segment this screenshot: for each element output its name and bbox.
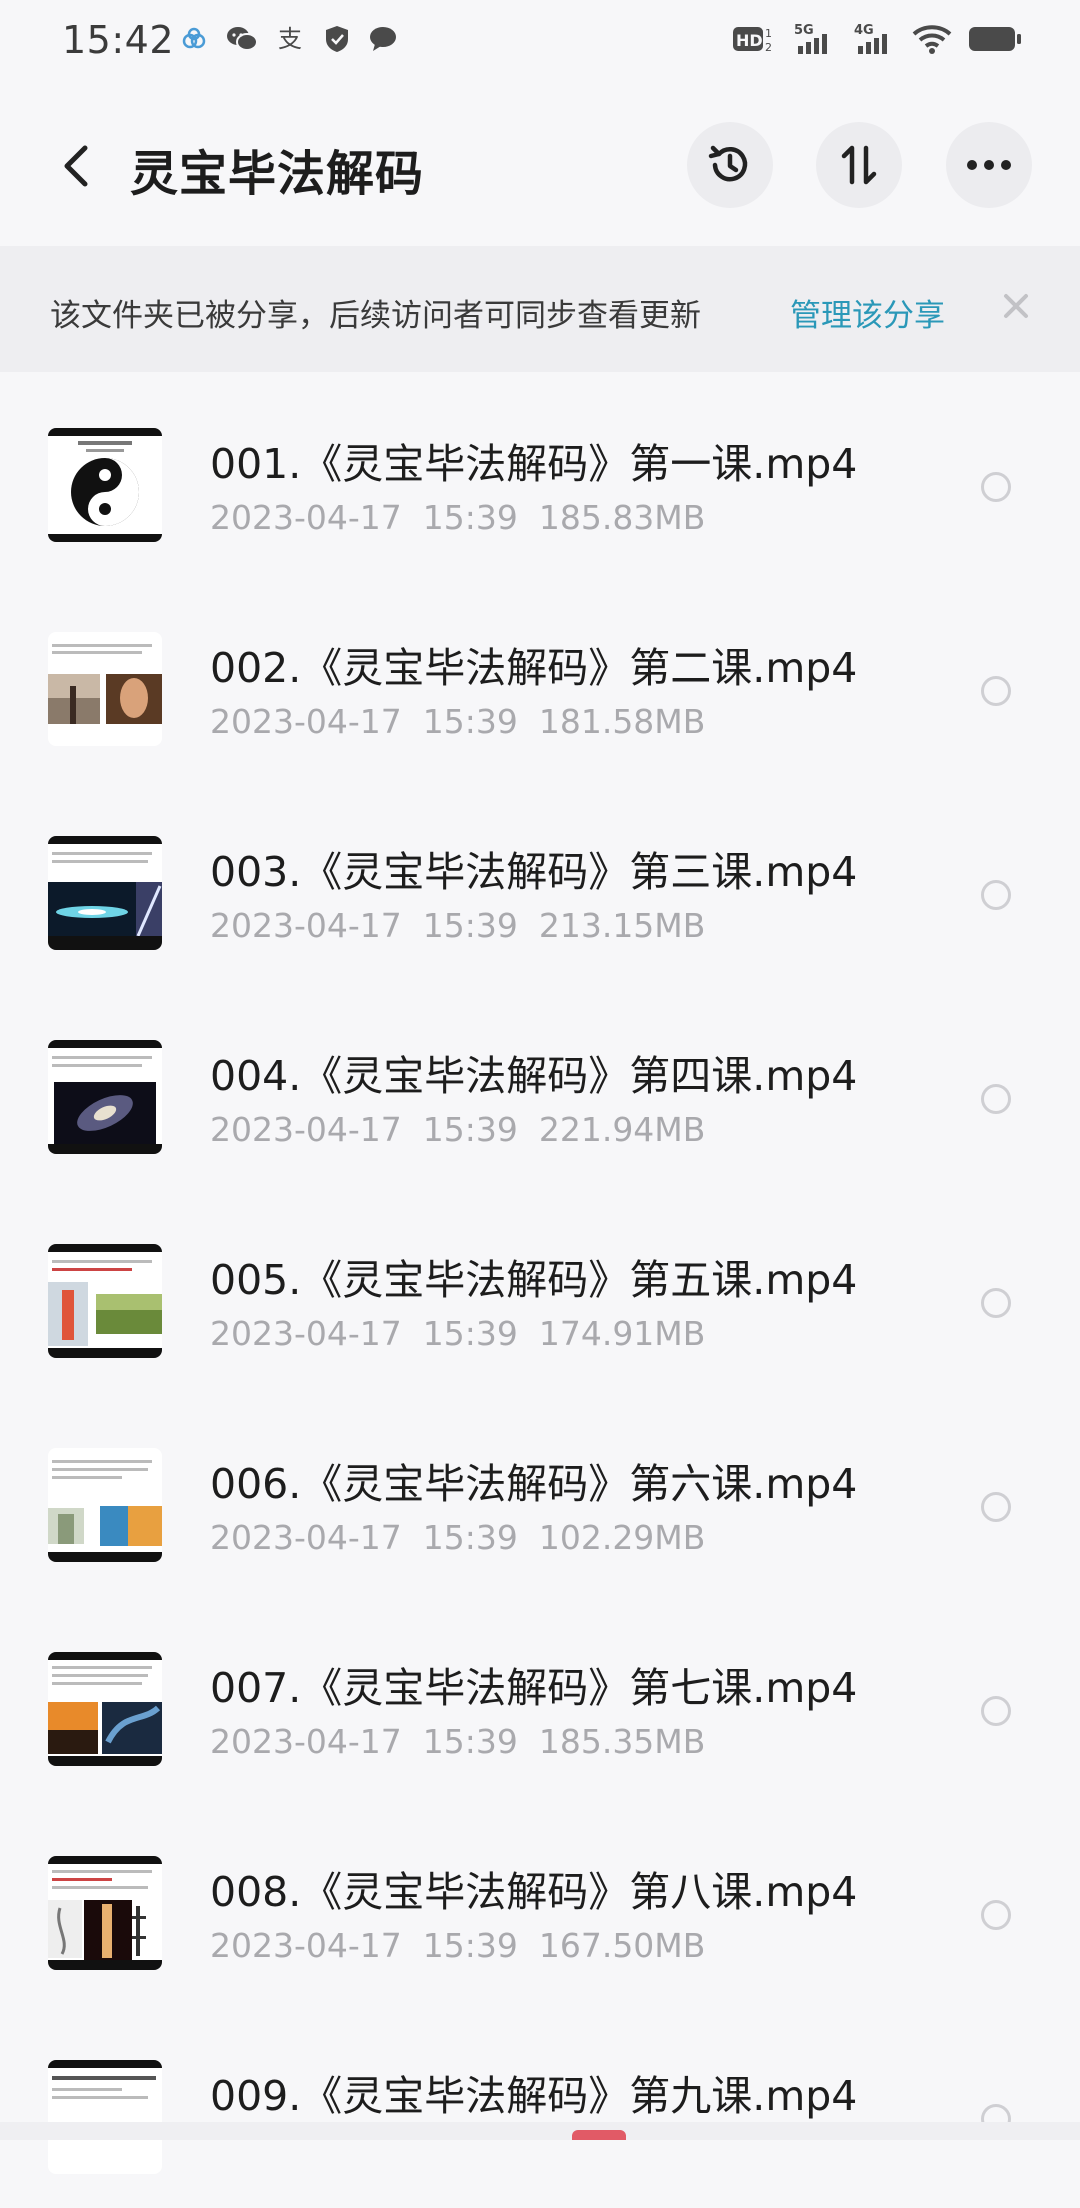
svg-text:4G: 4G <box>854 23 874 38</box>
share-banner-close-button[interactable] <box>996 286 1036 326</box>
select-radio[interactable] <box>981 1084 1011 1114</box>
video-thumbnail <box>48 1856 162 1970</box>
sort-icon <box>841 145 877 185</box>
hd-icon: HD 1 2 <box>732 24 776 54</box>
video-thumbnail <box>48 632 162 746</box>
manage-share-link[interactable]: 管理该分享 <box>790 290 945 335</box>
battery-icon <box>968 24 1022 54</box>
signal-4g-icon: 4G <box>852 22 896 56</box>
file-name: 003.《灵宝毕法解码》第三课.mp4 <box>210 848 858 896</box>
file-meta: 2023-04-17 15:39 185.35MB <box>210 1722 706 1761</box>
file-row[interactable]: 003.《灵宝毕法解码》第三课.mp4 2023-04-17 15:39 213… <box>0 780 1080 984</box>
app-header: 灵宝毕法解码 <box>0 110 1080 230</box>
page-title: 灵宝毕法解码 <box>130 146 425 202</box>
shield-icon <box>324 24 350 54</box>
select-radio[interactable] <box>981 880 1011 910</box>
chevron-left-icon <box>64 145 88 187</box>
wifi-icon <box>912 23 952 55</box>
select-radio[interactable] <box>981 676 1011 706</box>
wechat-icon <box>226 25 258 53</box>
chat-bubble-icon <box>368 25 398 53</box>
file-row[interactable]: 001.《灵宝毕法解码》第一课.mp4 2023-04-17 15:39 185… <box>0 372 1080 576</box>
signal-5g-icon: 5G <box>792 22 836 56</box>
file-name: 005.《灵宝毕法解码》第五课.mp4 <box>210 1256 858 1304</box>
share-banner-message: 该文件夹已被分享，后续访问者可同步查看更新 <box>50 298 701 334</box>
video-thumbnail <box>48 836 162 950</box>
back-button[interactable] <box>46 136 106 196</box>
file-row[interactable]: 009.《灵宝毕法解码》第九课.mp4 <box>0 2004 1080 2208</box>
alipay-icon: 支 <box>276 25 306 53</box>
video-thumbnail <box>48 1448 162 1562</box>
more-icon <box>967 160 1011 170</box>
file-meta: 2023-04-17 15:39 174.91MB <box>210 1314 706 1353</box>
history-button[interactable] <box>687 122 773 208</box>
status-bar: 15:42 支 HD 1 2 5G 4G <box>0 0 1080 86</box>
close-icon <box>1004 294 1028 318</box>
file-row[interactable]: 007.《灵宝毕法解码》第七课.mp4 2023-04-17 15:39 185… <box>0 1596 1080 1800</box>
select-radio[interactable] <box>981 1696 1011 1726</box>
file-name: 001.《灵宝毕法解码》第一课.mp4 <box>210 440 858 488</box>
file-name: 004.《灵宝毕法解码》第四课.mp4 <box>210 1052 858 1100</box>
bottom-bar <box>0 2122 1080 2140</box>
file-row[interactable]: 005.《灵宝毕法解码》第五课.mp4 2023-04-17 15:39 174… <box>0 1188 1080 1392</box>
svg-text:5G: 5G <box>794 23 814 38</box>
video-thumbnail <box>48 428 162 542</box>
file-name: 008.《灵宝毕法解码》第八课.mp4 <box>210 1868 858 1916</box>
file-row[interactable]: 002.《灵宝毕法解码》第二课.mp4 2023-04-17 15:39 181… <box>0 576 1080 780</box>
file-name: 002.《灵宝毕法解码》第二课.mp4 <box>210 644 858 692</box>
video-thumbnail <box>48 2060 162 2174</box>
file-meta: 2023-04-17 15:39 213.15MB <box>210 906 706 945</box>
status-time: 15:42 <box>62 18 175 62</box>
file-name: 007.《灵宝毕法解码》第七课.mp4 <box>210 1664 858 1712</box>
history-icon <box>708 145 748 182</box>
select-radio[interactable] <box>981 1900 1011 1930</box>
file-meta: 2023-04-17 15:39 181.58MB <box>210 702 706 741</box>
bottom-tab-indicator <box>572 2130 626 2140</box>
select-radio[interactable] <box>981 1492 1011 1522</box>
svg-text:支: 支 <box>278 25 302 53</box>
file-row[interactable]: 006.《灵宝毕法解码》第六课.mp4 2023-04-17 15:39 102… <box>0 1392 1080 1596</box>
more-button[interactable] <box>946 122 1032 208</box>
file-row[interactable]: 004.《灵宝毕法解码》第四课.mp4 2023-04-17 15:39 221… <box>0 984 1080 1188</box>
svg-text:2: 2 <box>765 41 772 54</box>
status-left-icons: 支 <box>180 24 398 54</box>
file-meta: 2023-04-17 15:39 221.94MB <box>210 1110 706 1149</box>
file-meta: 2023-04-17 15:39 102.29MB <box>210 1518 706 1557</box>
video-thumbnail <box>48 1652 162 1766</box>
file-meta: 2023-04-17 15:39 167.50MB <box>210 1926 706 1965</box>
select-radio[interactable] <box>981 472 1011 502</box>
svg-text:1: 1 <box>765 27 772 40</box>
file-meta: 2023-04-17 15:39 185.83MB <box>210 498 706 537</box>
share-banner: 该文件夹已被分享，后续访问者可同步查看更新 管理该分享 <box>0 246 1080 372</box>
select-radio[interactable] <box>981 1288 1011 1318</box>
svg-text:HD: HD <box>736 31 763 50</box>
cloud-icon <box>180 25 208 53</box>
file-row[interactable]: 008.《灵宝毕法解码》第八课.mp4 2023-04-17 15:39 167… <box>0 1800 1080 2004</box>
status-right-icons: HD 1 2 5G 4G <box>732 22 1022 56</box>
file-name: 009.《灵宝毕法解码》第九课.mp4 <box>210 2072 858 2120</box>
video-thumbnail <box>48 1040 162 1154</box>
sort-button[interactable] <box>816 122 902 208</box>
file-name: 006.《灵宝毕法解码》第六课.mp4 <box>210 1460 858 1508</box>
video-thumbnail <box>48 1244 162 1358</box>
